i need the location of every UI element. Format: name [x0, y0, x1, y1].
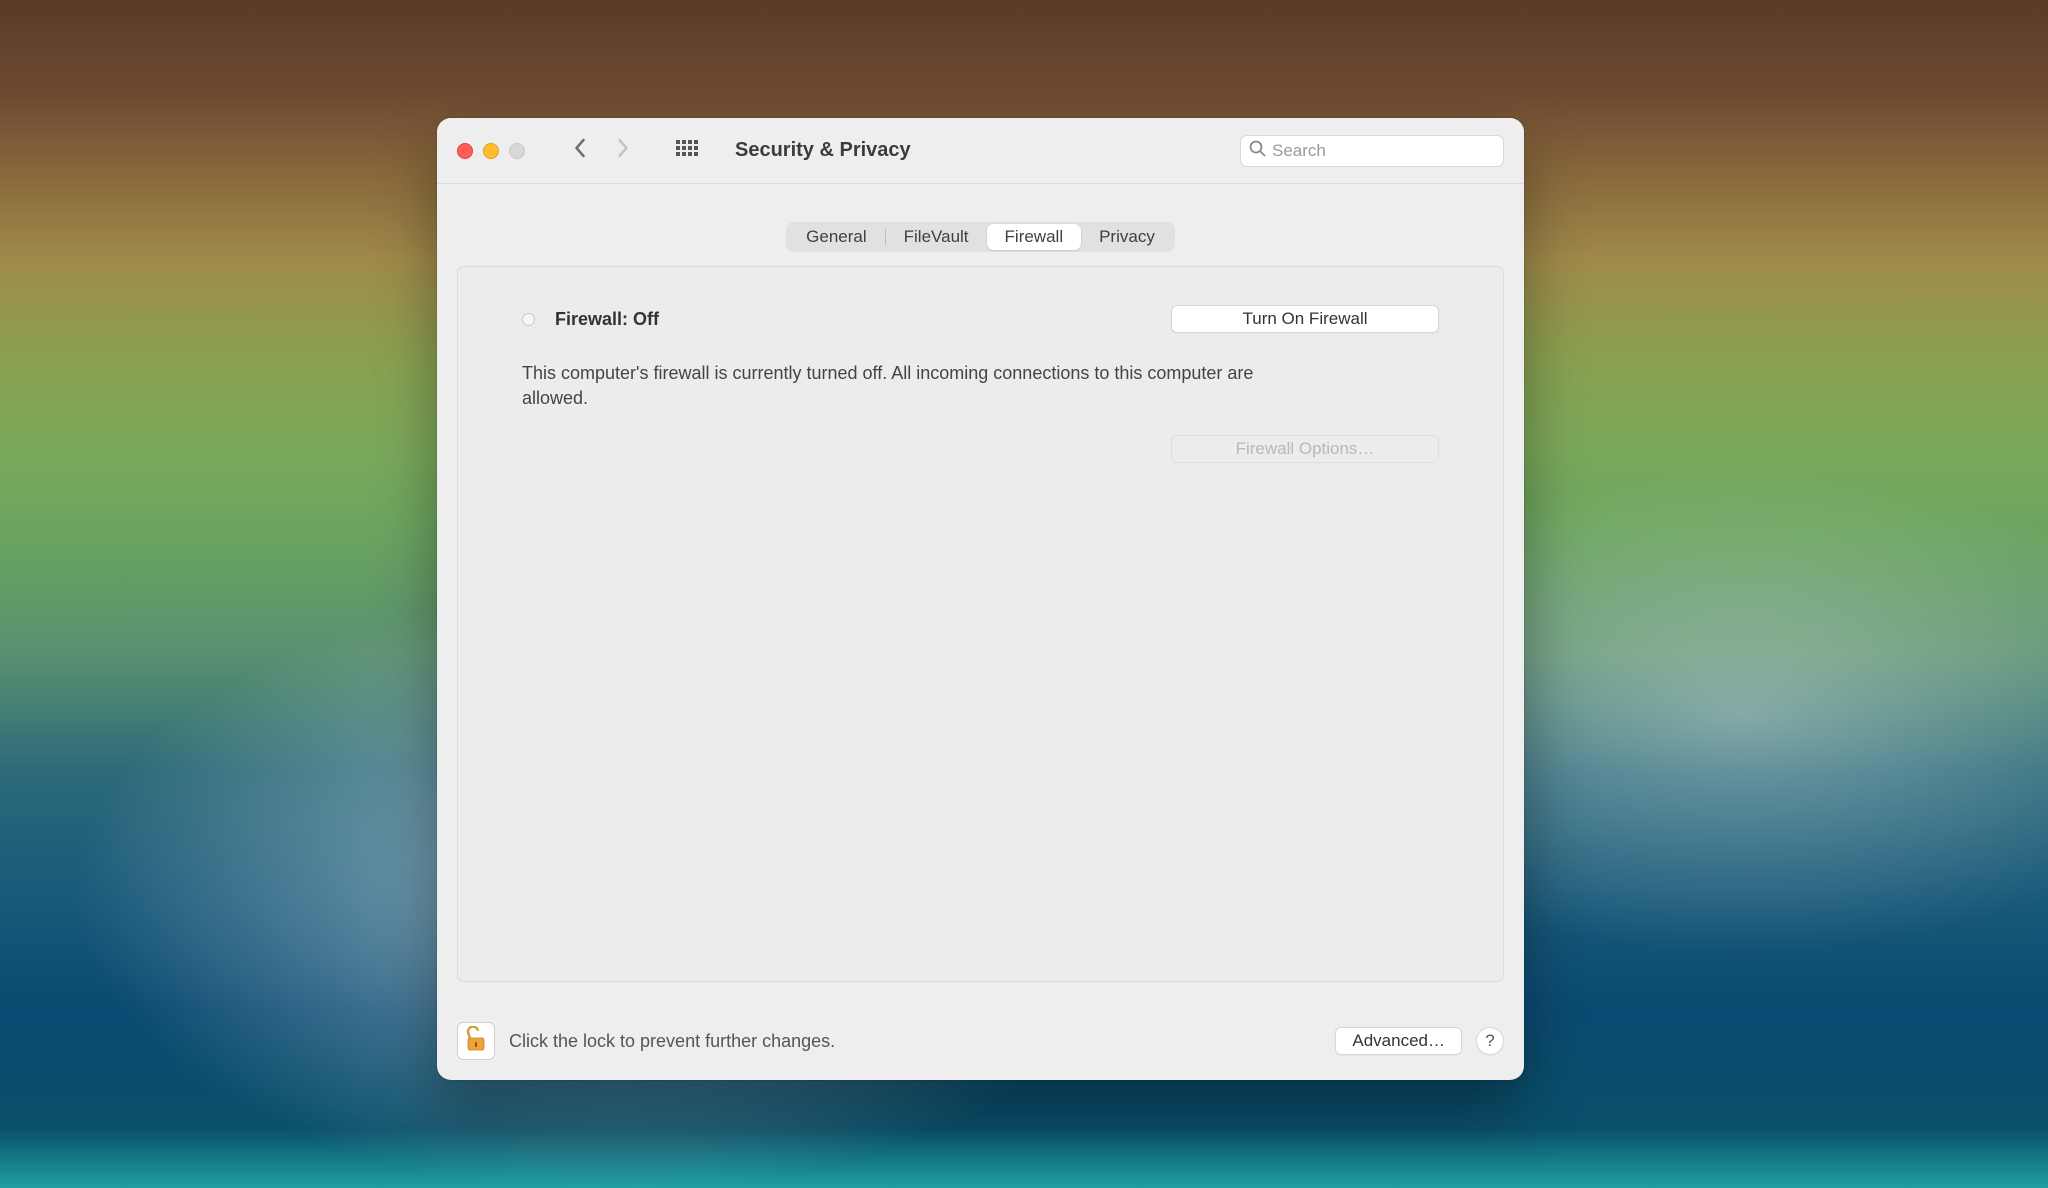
tab-label: Firewall: [1005, 227, 1064, 247]
forward-button: [603, 136, 641, 166]
content-panel: Firewall: Off Turn On Firewall This comp…: [457, 266, 1504, 982]
advanced-button[interactable]: Advanced…: [1335, 1027, 1462, 1055]
tab-general[interactable]: General: [788, 224, 884, 250]
back-button[interactable]: [561, 136, 599, 166]
firewall-status-row: Firewall: Off Turn On Firewall: [522, 305, 1439, 333]
titlebar: Security & Privacy: [437, 118, 1524, 184]
firewall-options-row: Firewall Options…: [522, 435, 1439, 463]
chevron-left-icon: [574, 138, 587, 163]
turn-on-firewall-button[interactable]: Turn On Firewall: [1171, 305, 1439, 333]
button-label: Turn On Firewall: [1242, 309, 1367, 329]
tab-label: FileVault: [904, 227, 969, 247]
button-label: Advanced…: [1352, 1031, 1445, 1051]
button-label: Firewall Options…: [1236, 439, 1375, 459]
lock-button[interactable]: [457, 1022, 495, 1060]
tab-label: General: [806, 227, 866, 247]
unlocked-lock-icon: [465, 1026, 487, 1057]
tab-group: General FileVault Firewall Privacy: [786, 222, 1175, 252]
close-window-button[interactable]: [457, 143, 473, 159]
window-title: Security & Privacy: [735, 139, 911, 162]
help-icon: ?: [1485, 1031, 1494, 1051]
minimize-window-button[interactable]: [483, 143, 499, 159]
search-input[interactable]: [1272, 141, 1495, 161]
tab-privacy[interactable]: Privacy: [1081, 224, 1173, 250]
firewall-description: This computer's firewall is currently tu…: [522, 361, 1302, 411]
help-button[interactable]: ?: [1476, 1027, 1504, 1055]
show-all-button[interactable]: [671, 136, 703, 166]
footer-actions: Advanced… ?: [1335, 1027, 1504, 1055]
chevron-right-icon: [616, 138, 629, 163]
tab-label: Privacy: [1099, 227, 1155, 247]
footer: Click the lock to prevent further change…: [437, 1002, 1524, 1080]
status-indicator-off-icon: [522, 313, 535, 326]
traffic-lights: [457, 143, 525, 159]
tabs-area: General FileVault Firewall Privacy: [437, 184, 1524, 252]
tab-firewall[interactable]: Firewall: [987, 224, 1082, 250]
tab-filevault[interactable]: FileVault: [886, 224, 987, 250]
firewall-options-button: Firewall Options…: [1171, 435, 1439, 463]
security-privacy-window: Security & Privacy General FileVault Fir…: [437, 118, 1524, 1080]
firewall-status-label: Firewall: Off: [555, 309, 659, 330]
maximize-window-button: [509, 143, 525, 159]
search-icon: [1249, 140, 1266, 162]
search-field-wrap[interactable]: [1240, 135, 1504, 167]
grid-icon: [676, 140, 698, 161]
lock-hint-text: Click the lock to prevent further change…: [509, 1031, 835, 1052]
nav-buttons: [561, 136, 641, 166]
